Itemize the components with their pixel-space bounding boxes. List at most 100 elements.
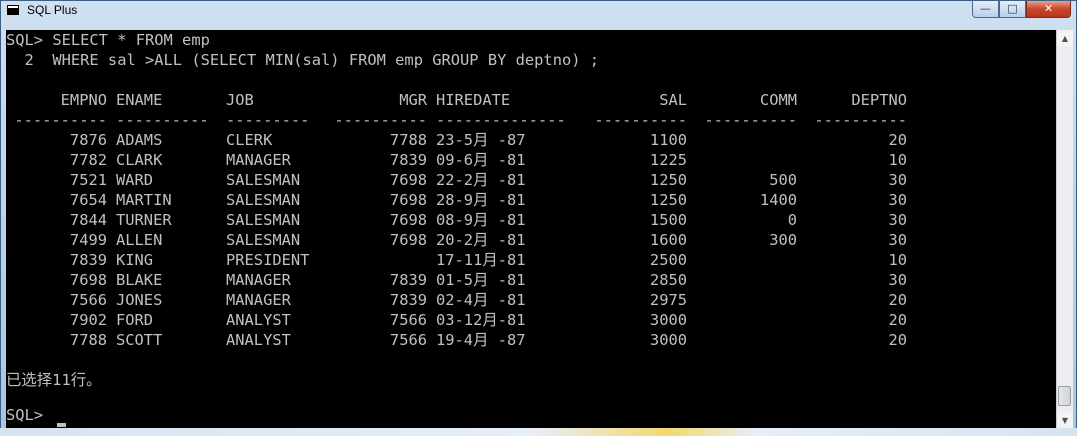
- column-header-sal: SAL: [659, 91, 687, 109]
- cell-mgr: 7839: [389, 271, 427, 289]
- cell-empno: 7902: [69, 311, 107, 329]
- command-line-2: 2 WHERE sal >ALL (SELECT MIN(sal) FROM e…: [6, 51, 600, 69]
- close-button[interactable]: ✕: [1026, 1, 1071, 18]
- cell-job: SALESMAN: [226, 191, 301, 209]
- cell-ename: JONES: [116, 291, 163, 309]
- column-header-mgr: MGR: [399, 91, 427, 109]
- cell-job: SALESMAN: [226, 231, 301, 249]
- cell-comm: 300: [769, 231, 797, 249]
- column-header-deptno: DEPTNO: [851, 91, 907, 109]
- text-cursor: [57, 423, 66, 427]
- cell-comm: 1400: [759, 191, 797, 209]
- cell-mgr: 7839: [389, 151, 427, 169]
- cell-comm: 500: [769, 171, 797, 189]
- column-separator-comm: ----------: [704, 111, 797, 129]
- cell-sal: 2975: [649, 291, 687, 309]
- cell-mgr: 7698: [389, 191, 427, 209]
- cell-job: CLERK: [226, 131, 273, 149]
- cell-sal: 1250: [649, 191, 687, 209]
- cell-sal: 2500: [649, 251, 687, 269]
- cell-empno: 7698: [69, 271, 107, 289]
- table-row: 7566 JONES MANAGER 7839 02-4月 -81 2975 20: [6, 290, 1056, 310]
- cell-mgr: 7698: [389, 211, 427, 229]
- column-separator-job: ---------: [226, 111, 310, 129]
- cell-deptno: 20: [888, 311, 907, 329]
- cell-hiredate: 28-9月 -81: [436, 191, 526, 209]
- cell-ename: TURNER: [116, 211, 172, 229]
- column-separator-deptno: ----------: [814, 111, 907, 129]
- cell-sal: 1100: [649, 131, 687, 149]
- cell-job: PRESIDENT: [226, 251, 310, 269]
- cell-sal: 1250: [649, 171, 687, 189]
- cell-ename: WARD: [116, 171, 154, 189]
- table-row: 7902 FORD ANALYST 7566 03-12月-81 3000 20: [6, 310, 1056, 330]
- cell-deptno: 10: [888, 251, 907, 269]
- cell-hiredate: 17-11月-81: [436, 251, 526, 269]
- taskbar-strip: [0, 428, 1077, 436]
- cell-mgr: 7698: [389, 171, 427, 189]
- cell-ename: BLAKE: [116, 271, 163, 289]
- cell-hiredate: 22-2月 -81: [436, 171, 526, 189]
- column-separator-sal: ----------: [594, 111, 687, 129]
- cell-job: ANALYST: [226, 311, 291, 329]
- table-row: 7499 ALLEN SALESMAN 7698 20-2月 -81 1600 300 30: [6, 230, 1056, 250]
- cell-empno: 7782: [69, 151, 107, 169]
- cell-job: MANAGER: [226, 151, 291, 169]
- column-header-ename: ENAME: [116, 91, 163, 109]
- scrollbar-thumb[interactable]: [1058, 386, 1071, 406]
- cell-deptno: 20: [888, 291, 907, 309]
- scroll-down-button[interactable]: ▼: [1057, 412, 1073, 429]
- column-separator-hiredate: --------------: [436, 111, 566, 129]
- cell-empno: 7876: [69, 131, 107, 149]
- cell-mgr: 7788: [389, 131, 427, 149]
- cell-ename: MARTIN: [116, 191, 172, 209]
- cell-hiredate: 08-9月 -81: [436, 211, 526, 229]
- cell-mgr: 7566: [389, 331, 427, 349]
- maximize-button[interactable]: □: [999, 1, 1026, 18]
- cell-sal: 1500: [649, 211, 687, 229]
- cell-deptno: 30: [888, 171, 907, 189]
- cell-ename: KING: [116, 251, 154, 269]
- cell-ename: ALLEN: [116, 231, 163, 249]
- cell-job: MANAGER: [226, 271, 291, 289]
- table-row: 7844 TURNER SALESMAN 7698 08-9月 -81 1500 0 30: [6, 210, 1056, 230]
- title-bar[interactable]: SQL Plus — □ ✕: [1, 1, 1076, 21]
- cell-hiredate: 01-5月 -81: [436, 271, 526, 289]
- table-row: 7521 WARD SALESMAN 7698 22-2月 -81 1250 500 30: [6, 170, 1056, 190]
- column-separator-ename: ----------: [116, 111, 209, 129]
- scroll-up-button[interactable]: ▲: [1057, 30, 1073, 47]
- vertical-scrollbar[interactable]: ▲ ▼: [1056, 30, 1073, 429]
- cell-sal: 1225: [649, 151, 687, 169]
- table-row: 7654 MARTIN SALESMAN 7698 28-9月 -81 1250 1400 3…: [6, 190, 1056, 210]
- table-row: 7876 ADAMS CLERK 7788 23-5月 -87 1100 20: [6, 130, 1056, 150]
- table-header-row: EMPNO ENAME JOB MGR HIREDATE SAL COMM DEPTNO: [6, 90, 1056, 110]
- sql-prompt: SQL>: [6, 406, 53, 424]
- cell-deptno: 10: [888, 151, 907, 169]
- column-header-hiredate: HIREDATE: [436, 91, 511, 109]
- cell-empno: 7788: [69, 331, 107, 349]
- cell-ename: FORD: [116, 311, 154, 329]
- cell-comm: 0: [787, 211, 797, 229]
- cell-empno: 7839: [69, 251, 107, 269]
- column-header-job: JOB: [226, 91, 254, 109]
- table-row: 7788 SCOTT ANALYST 7566 19-4月 -87 3000 20: [6, 330, 1056, 350]
- cell-job: SALESMAN: [226, 171, 301, 189]
- table-row: 7839 KING PRESIDENT 17-11月-81 2500 10: [6, 250, 1056, 270]
- table-row: 7698 BLAKE MANAGER 7839 01-5月 -81 2850 30: [6, 270, 1056, 290]
- minimize-button[interactable]: —: [972, 1, 999, 18]
- cell-hiredate: 20-2月 -81: [436, 231, 526, 249]
- cell-ename: CLARK: [116, 151, 163, 169]
- cell-hiredate: 09-6月 -81: [436, 151, 526, 169]
- cell-ename: SCOTT: [116, 331, 163, 349]
- cell-hiredate: 19-4月 -87: [436, 331, 526, 349]
- cell-ename: ADAMS: [116, 131, 163, 149]
- console-output[interactable]: SQL> SELECT * FROM emp 2 WHERE sal >ALL …: [6, 30, 1056, 429]
- cell-deptno: 30: [888, 191, 907, 209]
- cell-deptno: 30: [888, 231, 907, 249]
- cell-sal: 2850: [649, 271, 687, 289]
- cell-empno: 7844: [69, 211, 107, 229]
- column-separator-empno: ----------: [14, 111, 107, 129]
- cell-empno: 7654: [69, 191, 107, 209]
- column-header-empno: EMPNO: [60, 91, 107, 109]
- table-separator-row: ---------- ---------- --------- ---------- -…: [6, 110, 1056, 130]
